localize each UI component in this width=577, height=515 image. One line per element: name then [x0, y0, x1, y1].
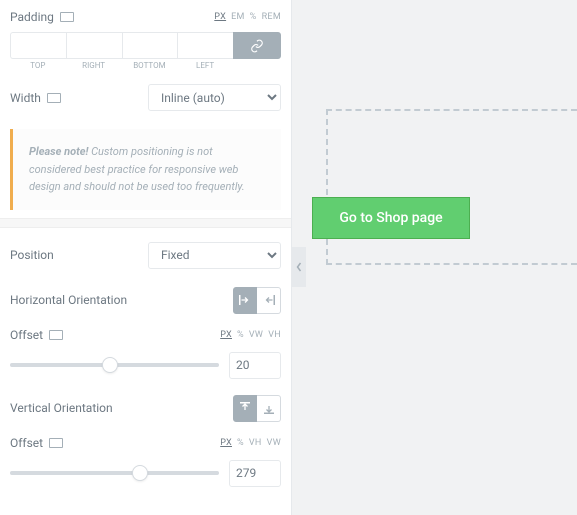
padding-units: PX EM % REM [214, 12, 281, 22]
collapse-panel-button[interactable] [292, 247, 306, 287]
v-offset-thumb[interactable] [132, 465, 148, 481]
padding-label: Padding [10, 10, 74, 24]
width-label: Width [10, 91, 61, 105]
position-select[interactable]: Fixed [148, 242, 281, 269]
h-offset-label: Offset [10, 328, 63, 342]
widget-container[interactable] [326, 109, 577, 265]
h-orientation-row: Horizontal Orientation [10, 287, 281, 314]
device-icon[interactable] [49, 438, 63, 448]
unit-px[interactable]: PX [220, 438, 232, 448]
positioning-notice: Please note! Custom positioning is not c… [10, 129, 281, 210]
device-icon[interactable] [60, 12, 74, 22]
unit-vh[interactable]: VH [268, 330, 281, 340]
h-offset-thumb[interactable] [102, 357, 118, 373]
v-orient-top-button[interactable] [233, 395, 257, 422]
align-top-icon [239, 402, 251, 414]
preview-area: Go to Shop page [292, 0, 577, 515]
link-icon [250, 39, 264, 53]
v-orientation-label: Vertical Orientation [10, 401, 113, 415]
align-left-icon [239, 294, 251, 306]
h-orient-start-button[interactable] [233, 287, 257, 314]
v-orient-bottom-button[interactable] [257, 395, 281, 422]
v-offset-label: Offset [10, 436, 63, 450]
unit-vw[interactable]: VW [249, 330, 263, 340]
width-row: Width Inline (auto) [10, 84, 281, 111]
unit-vw[interactable]: VW [267, 438, 281, 448]
link-values-button[interactable] [233, 32, 281, 59]
h-orientation-label: Horizontal Orientation [10, 293, 127, 307]
settings-panel: Padding PX EM % REM TOP RIGHT BOTTOM LEF… [0, 0, 292, 515]
position-row: Position Fixed [10, 242, 281, 269]
h-orient-end-button[interactable] [257, 287, 281, 314]
align-bottom-icon [263, 402, 275, 414]
padding-left-input[interactable] [177, 32, 233, 59]
padding-bottom-input[interactable] [122, 32, 178, 59]
width-select[interactable]: Inline (auto) [148, 84, 281, 111]
h-offset-units: PX % VW VH [220, 330, 281, 340]
padding-right-input[interactable] [66, 32, 122, 59]
h-orientation-toggle [233, 287, 281, 314]
h-offset-input[interactable] [229, 352, 281, 379]
align-right-icon [263, 294, 275, 306]
unit-pct[interactable]: % [237, 330, 244, 340]
device-icon[interactable] [49, 330, 63, 340]
h-offset-slider-row [10, 352, 281, 379]
v-orientation-toggle [233, 395, 281, 422]
chevron-left-icon [296, 262, 302, 272]
v-offset-units: PX % VH VW [220, 438, 281, 448]
unit-px[interactable]: PX [220, 330, 232, 340]
unit-vh[interactable]: VH [249, 438, 262, 448]
padding-top-input[interactable] [10, 32, 66, 59]
device-icon[interactable] [47, 93, 61, 103]
h-offset-slider[interactable] [10, 357, 219, 373]
h-offset-header: Offset PX % VW VH [10, 328, 281, 342]
padding-inputs [10, 32, 281, 59]
go-to-shop-button[interactable]: Go to Shop page [312, 197, 470, 239]
v-orientation-row: Vertical Orientation [10, 395, 281, 422]
v-offset-header: Offset PX % VH VW [10, 436, 281, 450]
unit-rem[interactable]: REM [262, 12, 281, 22]
padding-header: Padding PX EM % REM [10, 10, 281, 24]
v-offset-input[interactable] [229, 460, 281, 487]
position-label: Position [10, 248, 54, 262]
padding-side-labels: TOP RIGHT BOTTOM LEFT [10, 61, 281, 70]
unit-em[interactable]: EM [231, 12, 245, 22]
unit-pct[interactable]: % [237, 438, 244, 448]
section-divider [0, 218, 291, 228]
v-offset-slider[interactable] [10, 465, 219, 481]
v-offset-slider-row [10, 460, 281, 487]
unit-px[interactable]: PX [214, 12, 226, 22]
unit-pct[interactable]: % [250, 12, 257, 22]
